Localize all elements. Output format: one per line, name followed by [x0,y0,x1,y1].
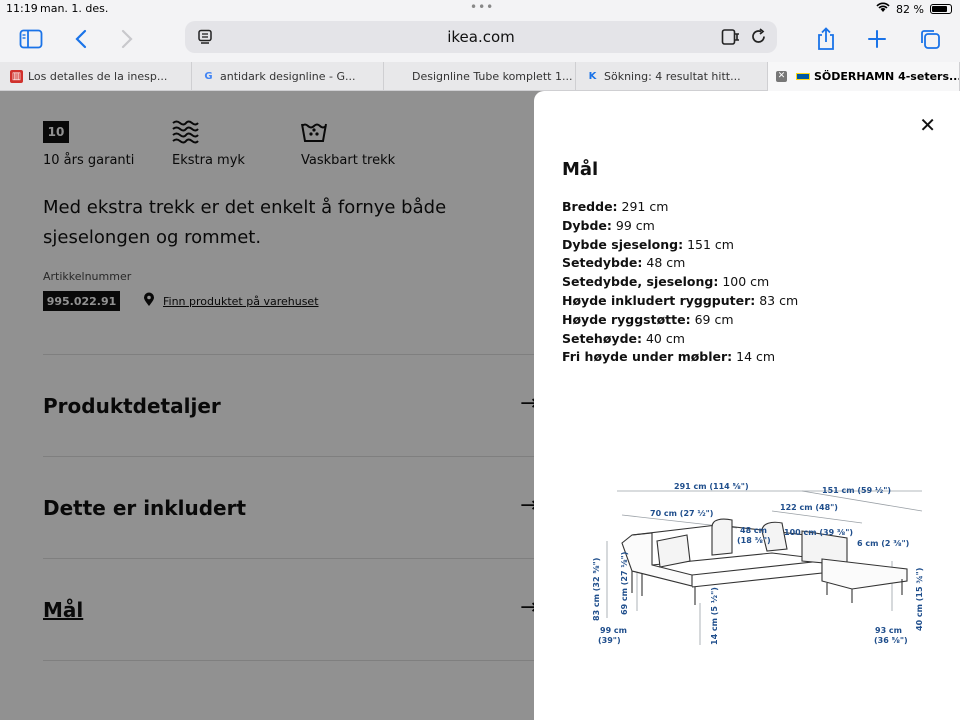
multitask-dots-icon[interactable]: ••• [470,0,494,14]
web-page: 10 10 års garanti Ekstra myk Vaskbart tr… [0,91,960,720]
diagram-label: 69 cm (27 ⅛") [620,552,629,615]
url-text[interactable]: ikea.com [185,28,777,46]
diagram-label: (18 ⅜") [737,536,771,545]
status-date: man. 1. des. [40,2,109,15]
tab-title: antidark designline - G... [220,70,356,83]
diagram-label: 70 cm (27 ½") [650,508,713,518]
dimension-label: Bredde: [562,199,618,214]
diagram-label: 93 cm [875,626,902,635]
dimension-value: 100 cm [722,274,770,290]
dimension-row: Dybde: 99 cm [562,217,798,236]
diagram-label: (36 ⅝") [874,636,908,645]
dimension-label: Setedybde: [562,255,643,271]
tab-item-active[interactable]: ✕ SÖDERHAMN 4-seters... [768,62,960,91]
dimension-row: Setedybde: 48 cm [562,254,798,273]
tab-title: Designline Tube komplett 1... [412,70,573,83]
dimension-row: Dybde sjeselong: 151 cm [562,236,798,255]
google-icon: G [204,71,213,82]
dimension-row: Høyde inkludert ryggputer: 83 cm [562,292,798,311]
address-bar[interactable]: ikea.com [185,21,777,53]
translate-icon[interactable] [721,28,741,50]
panel-title: Mål [562,159,599,180]
tab-item[interactable]: K Sökning: 4 resultat hitt... [576,62,768,91]
wifi-icon [876,2,890,16]
sofa-dimension-diagram: 291 cm (114 ⅝") 151 cm (59 ½") 70 cm (27… [592,483,924,645]
tab-title: Sökning: 4 resultat hitt... [604,70,741,83]
new-tab-icon[interactable] [862,24,892,54]
dimension-value: 99 cm [615,217,655,233]
tab-title: Los detalles de la inesp... [28,70,168,83]
dimension-label: Høyde ryggstøtte: [562,311,691,327]
tab-item[interactable]: Designline Tube komplett 1... [384,62,576,91]
diagram-label: 6 cm (2 ⅜") [857,539,909,548]
dimension-list: Bredde: 291 cm Dybde: 99 cm Dybde sjesel… [562,198,798,367]
dimension-row: Setedybde, sjeselong: 100 cm [562,273,798,292]
dimension-label: Dybde sjeselong: [562,236,684,252]
dimension-row: Setehøyde: 40 cm [562,330,798,349]
dimension-label: Setehøyde: [562,330,642,346]
diagram-label: (39") [598,636,621,645]
battery-percent: 82 % [896,2,924,16]
tab-item[interactable]: G antidark designline - G... [192,62,384,91]
dimension-row: Bredde: 291 cm [562,198,798,217]
diagram-label: 122 cm (48") [780,503,838,512]
tab-close-icon[interactable]: ✕ [776,71,787,82]
ikea-favicon-icon [796,73,810,80]
dimension-label: Setedybde, sjeselong: [562,274,719,290]
dimension-value: 40 cm [645,330,685,346]
diagram-label: 100 cm (39 ⅜") [784,528,853,537]
diagram-label: 151 cm (59 ½") [822,485,891,495]
dimension-value: 48 cm [646,255,686,271]
forward-icon[interactable] [112,24,142,54]
status-bar: 11:19 man. 1. des. ••• 82 % [0,0,960,18]
dimension-value: 69 cm [694,311,734,327]
dimension-value: 83 cm [759,292,799,308]
battery-icon [930,4,952,14]
dimension-row: Fri høyde under møbler: 14 cm [562,348,798,367]
diagram-label: 14 cm (5 ½") [709,587,719,645]
dimension-value: 151 cm [687,236,734,252]
tab-title: SÖDERHAMN 4-seters... [814,70,960,83]
sidebar-icon[interactable] [16,24,46,54]
diagram-label: 48 cm [740,526,767,535]
diagram-label: 99 cm [600,626,627,635]
diagram-label: 40 cm (15 ¾") [915,568,924,631]
status-time: 11:19 [6,2,38,15]
tab-item[interactable]: ▥ Los detalles de la inesp... [0,62,192,91]
dimension-row: Høyde ryggstøtte: 69 cm [562,311,798,330]
share-icon[interactable] [811,24,841,54]
dimension-value: 14 cm [736,349,776,365]
tab-overview-icon[interactable] [915,24,945,54]
tab-bar: ▥ Los detalles de la inesp... G antidark… [0,62,960,91]
tab-favicon-icon: K [588,71,597,82]
tab-favicon-icon: ▥ [10,70,23,83]
dimension-value: 291 cm [621,199,669,214]
diagram-label: 291 cm (114 ⅝") [674,483,749,491]
back-icon[interactable] [66,24,96,54]
dimension-label: Fri høyde under møbler: [562,349,733,365]
dimension-label: Dybde: [562,217,612,233]
diagram-label: 83 cm (32 ⅝") [592,558,601,621]
measurements-panel: ✕ Mål Bredde: 291 cm Dybde: 99 cm Dybde … [534,91,960,720]
browser-toolbar: ikea.com [0,18,960,62]
reload-icon[interactable] [750,28,767,49]
dimension-label: Høyde inkludert ryggputer: [562,292,756,308]
close-icon[interactable]: ✕ [919,113,936,137]
